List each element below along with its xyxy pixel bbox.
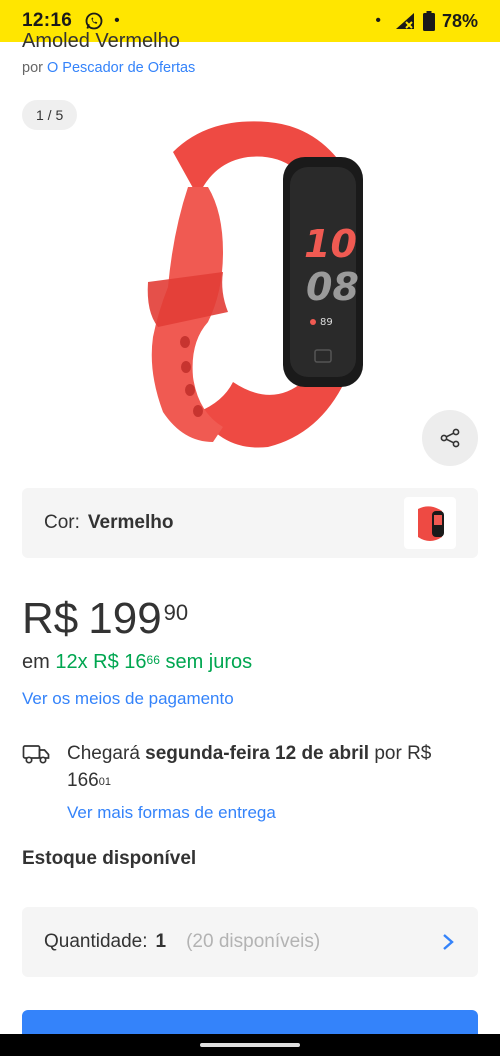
system-nav-bar bbox=[0, 1034, 500, 1056]
quantity-selector[interactable]: Quantidade: 1 (20 disponíveis) bbox=[22, 907, 478, 977]
notification-dot-right: • bbox=[375, 12, 381, 29]
watch-minutes: 08 bbox=[306, 265, 359, 309]
installments: em 12x R$ 16 66 sem juros bbox=[22, 651, 252, 674]
installments-prefix: em bbox=[22, 651, 50, 673]
variant-thumbnail[interactable] bbox=[404, 497, 456, 549]
price-cents: 90 bbox=[163, 600, 189, 625]
watch-hours: 10 bbox=[304, 222, 357, 266]
product-image[interactable]: 10 08 89 bbox=[128, 112, 368, 452]
more-delivery-options-link[interactable]: Ver mais formas de entrega bbox=[67, 803, 276, 823]
share-icon bbox=[440, 428, 460, 448]
seller-prefix: por bbox=[22, 60, 43, 76]
whatsapp-icon bbox=[85, 12, 103, 30]
price-currency: R$ bbox=[22, 594, 79, 643]
chevron-right-icon bbox=[443, 934, 454, 950]
installments-suffix: sem juros bbox=[165, 651, 253, 673]
gallery-counter: 1 / 5 bbox=[22, 100, 78, 130]
delivery-price-cents: 01 bbox=[98, 776, 111, 788]
watch-heart-rate: 89 bbox=[320, 317, 333, 328]
stock-title: Estoque disponível bbox=[22, 848, 197, 869]
truck-icon bbox=[22, 745, 50, 764]
product-title: Amoled Vermelho bbox=[22, 30, 180, 52]
delivery-prefix: Chegará bbox=[67, 743, 140, 764]
seller-link[interactable]: O Pescador de Ofertas bbox=[47, 60, 195, 76]
price: R$ 199 90 bbox=[22, 594, 188, 644]
delivery-date: segunda-feira 12 de abril bbox=[145, 743, 370, 764]
status-time: 12:16 bbox=[22, 10, 73, 31]
battery-percentage: 78% bbox=[441, 10, 478, 31]
payment-methods-link[interactable]: Ver os meios de pagamento bbox=[22, 689, 234, 709]
signal-icon bbox=[395, 13, 414, 29]
quantity-value: 1 bbox=[155, 931, 167, 952]
variant-thumbnail-image bbox=[418, 506, 444, 541]
quantity-label: Quantidade: bbox=[44, 931, 148, 952]
product-gallery[interactable]: 1 / 5 10 08 89 bbox=[0, 92, 500, 472]
notification-dot: • bbox=[114, 12, 120, 29]
installments-amount: 12x R$ 16 bbox=[55, 651, 147, 673]
share-button[interactable] bbox=[422, 410, 478, 466]
delivery-text: Chegará segunda-feira 12 de abril por R$… bbox=[67, 740, 467, 794]
installments-cents: 66 bbox=[146, 653, 160, 667]
battery-icon bbox=[422, 11, 435, 31]
price-integer: 199 bbox=[88, 594, 162, 643]
seller-line: por O Pescador de Ofertas bbox=[22, 60, 195, 76]
color-variant-selector[interactable]: Cor: Vermelho bbox=[22, 488, 478, 558]
home-gesture-handle[interactable] bbox=[200, 1043, 300, 1047]
variant-value: Vermelho bbox=[87, 512, 174, 533]
variant-label: Cor: bbox=[44, 512, 80, 533]
delivery-connector: por bbox=[374, 743, 402, 764]
status-right: • 78% bbox=[375, 11, 478, 32]
quantity-available: (20 disponíveis) bbox=[186, 931, 321, 952]
